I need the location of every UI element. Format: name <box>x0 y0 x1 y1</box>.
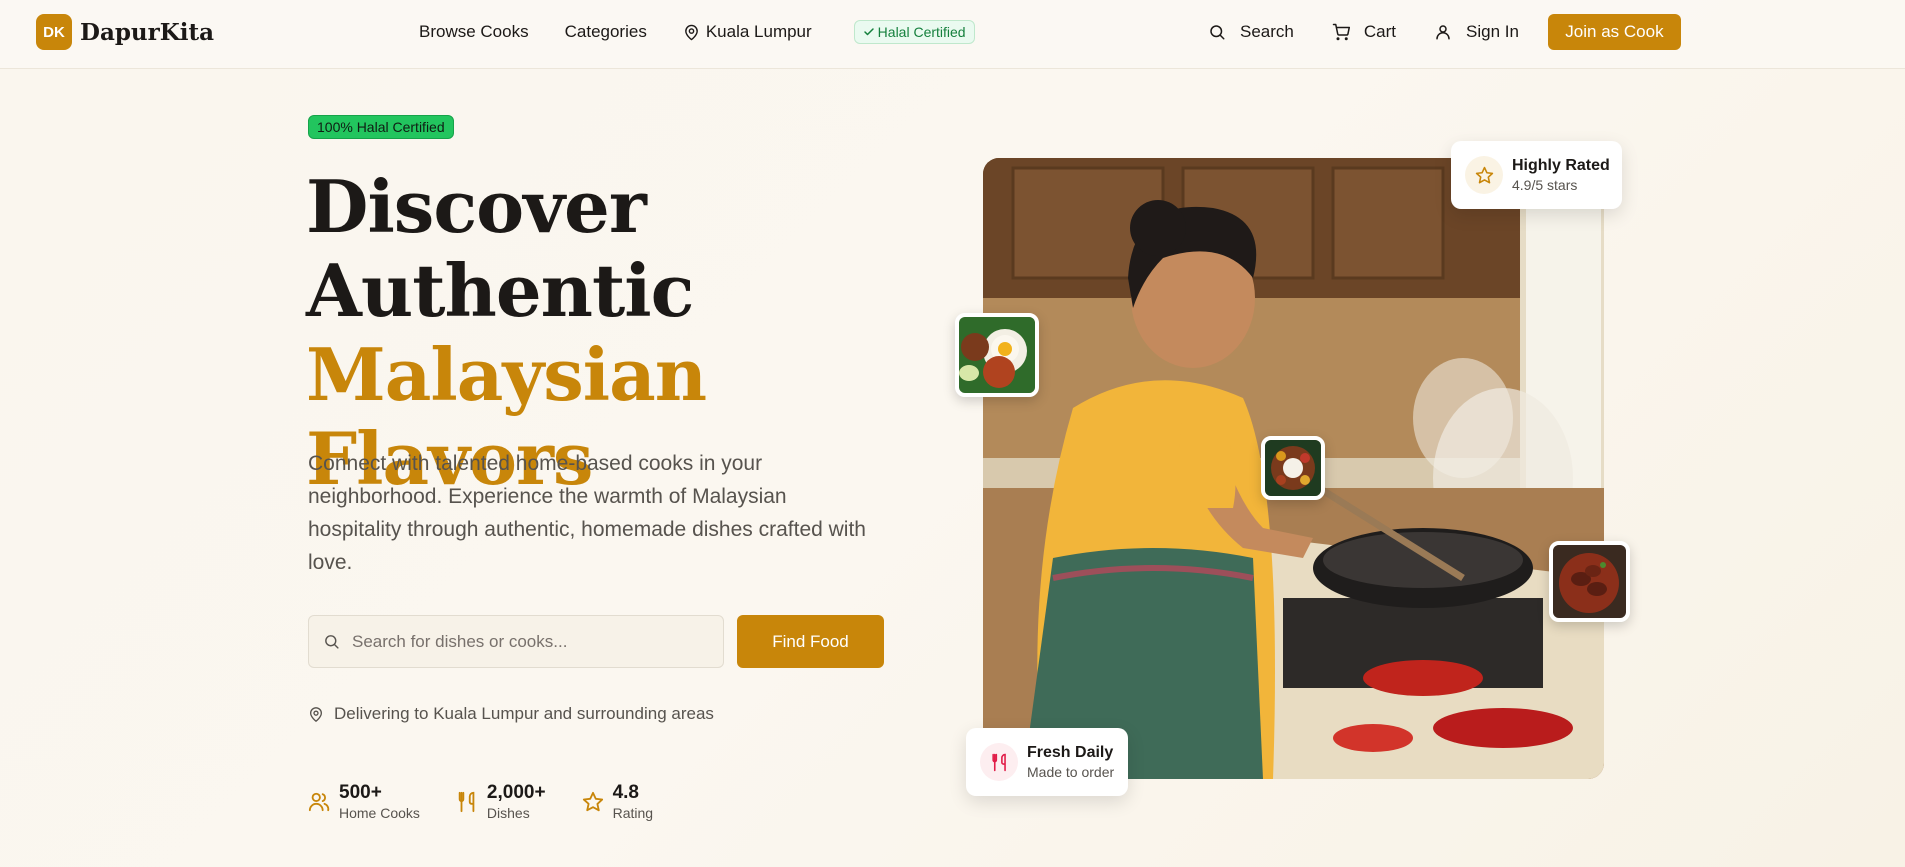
rated-title: Highly Rated <box>1512 157 1610 174</box>
map-pin-icon <box>310 706 322 722</box>
check-icon <box>863 28 874 36</box>
delivery-note: Delivering to Kuala Lumpur and surroundi… <box>308 704 714 724</box>
nav-location[interactable]: Kuala Lumpur <box>683 22 812 42</box>
join-as-cook-button[interactable]: Join as Cook <box>1547 14 1681 50</box>
stats-row: 500+ Home Cooks 2,000+ Dishes 4.8 Rating <box>308 782 689 822</box>
stat-value: 2,000+ <box>486 782 546 803</box>
star-icon <box>1475 166 1493 183</box>
cart-button[interactable]: Cart <box>1332 22 1396 42</box>
star-icon-circle <box>1465 156 1503 194</box>
utensils-icon <box>991 753 1006 771</box>
header-actions: Search Cart Sign In Join as Cook <box>1208 14 1681 50</box>
rendang-image <box>1553 545 1626 618</box>
logo-text: DapurKita <box>80 18 215 46</box>
user-icon <box>1436 25 1450 40</box>
nasi-lemak-image <box>959 317 1035 393</box>
search-bar <box>308 615 724 668</box>
stat-home-cooks: 500+ Home Cooks <box>308 782 420 822</box>
hero-title-line1: Discover <box>306 164 647 249</box>
logo[interactable]: DK DapurKita <box>36 14 214 50</box>
search-label: Search <box>1240 22 1294 41</box>
main-nav: Browse Cooks Categories Kuala Lumpur Hal… <box>419 20 975 44</box>
stat-label: Dishes <box>486 805 530 821</box>
platter-image <box>1265 440 1321 496</box>
find-food-button[interactable]: Find Food <box>737 615 884 668</box>
stat-label: Rating <box>612 805 654 821</box>
fresh-title: Fresh Daily <box>1027 744 1114 761</box>
map-pin-icon <box>684 24 698 40</box>
stat-dishes: 2,000+ Dishes <box>456 782 546 822</box>
search-icon <box>325 635 339 649</box>
hero-description: Connect with talented home-based cooks i… <box>308 452 866 574</box>
dish-thumbnail-rendang[interactable] <box>1549 541 1630 622</box>
dish-thumbnail-platter[interactable] <box>1261 436 1325 500</box>
top-navbar: DK DapurKita Browse Cooks Categories Kua… <box>0 0 1905 69</box>
halal-certified-badge: Halal Certified <box>853 20 975 44</box>
dish-thumbnail-nasi-lemak[interactable] <box>955 313 1039 397</box>
utensils-icon <box>458 791 475 813</box>
utensils-icon-circle <box>980 743 1018 781</box>
nav-location-label: Kuala Lumpur <box>705 22 812 41</box>
sign-in-label: Sign In <box>1466 22 1519 41</box>
fresh-daily-card: Fresh Daily Made to order <box>966 728 1128 796</box>
search-button[interactable]: Search <box>1208 22 1294 42</box>
highly-rated-card: Highly Rated 4.9/5 stars <box>1451 141 1622 209</box>
stat-label: Home Cooks <box>339 805 420 821</box>
nav-browse-cooks[interactable]: Browse Cooks <box>419 20 529 44</box>
cart-icon <box>1332 23 1350 41</box>
star-icon <box>582 791 603 812</box>
stat-rating: 4.8 Rating <box>582 782 653 822</box>
stat-value: 4.8 <box>612 782 639 803</box>
stat-value: 500+ <box>339 782 382 803</box>
halal-certified-label: Halal Certified <box>877 24 966 40</box>
logo-mark: DK <box>36 14 72 50</box>
nav-categories[interactable]: Categories <box>565 20 647 44</box>
delivery-text: Delivering to Kuala Lumpur and surroundi… <box>334 704 714 723</box>
halal-badge: 100% Halal Certified <box>308 115 454 139</box>
fresh-subtitle: Made to order <box>1027 764 1115 780</box>
users-icon <box>308 792 330 812</box>
search-icon <box>1210 25 1225 40</box>
search-input[interactable] <box>352 631 702 652</box>
sign-in-button[interactable]: Sign In <box>1434 22 1519 42</box>
rated-subtitle: 4.9/5 stars <box>1512 177 1578 193</box>
hero-title-line2: Authentic <box>306 248 694 333</box>
cart-label: Cart <box>1363 22 1396 41</box>
